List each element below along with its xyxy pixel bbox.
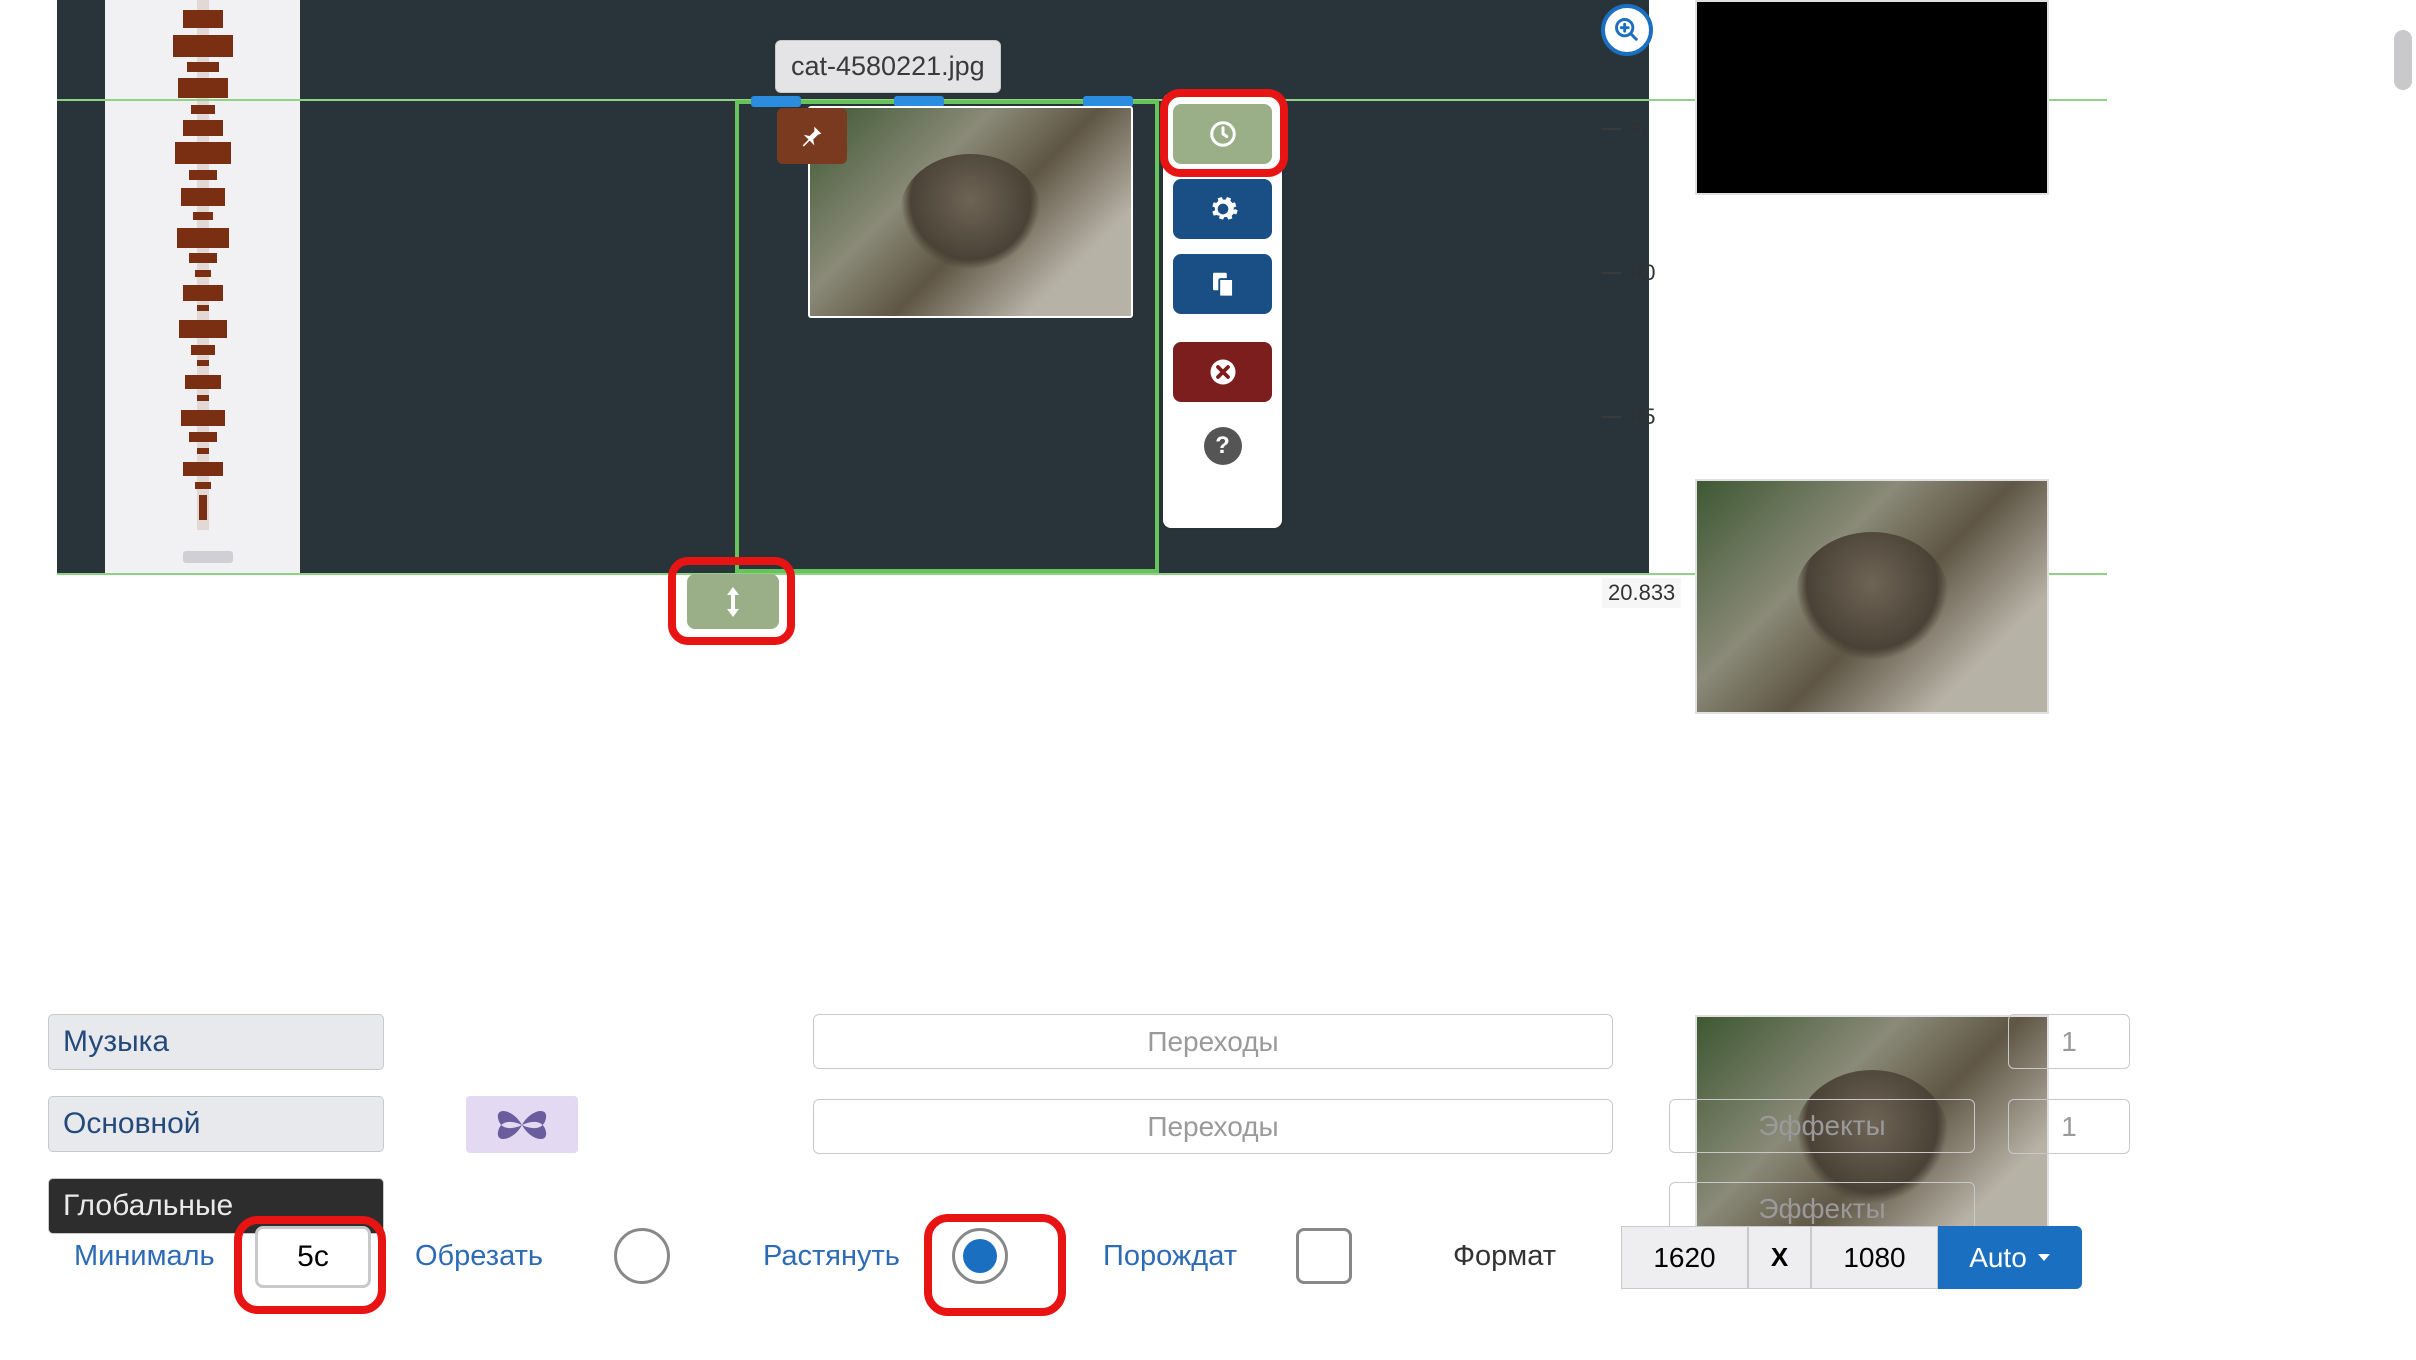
copy-icon (1208, 269, 1238, 299)
media-image[interactable] (808, 106, 1133, 318)
close-icon (1208, 357, 1238, 387)
format-group: X Auto (1621, 1226, 2082, 1289)
ruler-label: 10 (1631, 260, 1655, 286)
format-x-label: X (1748, 1226, 1811, 1289)
waveform-track[interactable] (105, 0, 300, 575)
tab-main[interactable]: Основной (48, 1096, 384, 1152)
format-height-input[interactable] (1811, 1226, 1938, 1289)
highlight-duration (1160, 89, 1288, 177)
copy-button[interactable] (1173, 254, 1272, 314)
effects-input[interactable]: Эффекты (1669, 1099, 1975, 1153)
zoom-in-button[interactable] (1601, 4, 1653, 56)
highlight-stretch-radio (924, 1214, 1066, 1316)
thumbnail-effect-preview[interactable] (466, 1096, 578, 1153)
waveform-scrub-handle[interactable] (183, 551, 233, 563)
settings-button[interactable] (1173, 179, 1272, 239)
ruler-label: 15 (1631, 404, 1655, 430)
chevron-down-icon (2037, 1253, 2051, 1263)
min-duration-label: Минималь (74, 1240, 215, 1273)
transitions-input[interactable]: Переходы (813, 1099, 1613, 1154)
gear-icon (1207, 193, 1239, 225)
crop-radio[interactable] (614, 1228, 670, 1284)
format-width-input[interactable] (1621, 1226, 1748, 1289)
zoom-in-icon (1613, 16, 1641, 44)
help-icon: ? (1215, 432, 1230, 460)
format-auto-label: Auto (1969, 1242, 2027, 1274)
duration-label: 20.833 (1602, 578, 1681, 608)
stretch-label: Растянуть (763, 1240, 900, 1273)
spawn-label: Порождат (1103, 1240, 1237, 1273)
delete-button[interactable] (1173, 342, 1272, 402)
crop-label: Обрезать (415, 1240, 543, 1273)
highlight-min-input (234, 1216, 386, 1314)
filename-tooltip: cat-4580221.jpg (775, 40, 1001, 93)
spawn-checkbox[interactable] (1296, 1228, 1352, 1284)
butterfly-icon (492, 1104, 552, 1146)
crop-handle[interactable] (751, 96, 801, 107)
tab-music[interactable]: Музыка (48, 1014, 384, 1070)
ruler-label: 5 (1631, 116, 1643, 142)
thumbnail-preview[interactable] (1695, 0, 2049, 195)
pin-button[interactable] (777, 108, 847, 164)
help-button[interactable]: ? (1204, 427, 1242, 465)
highlight-resize (668, 557, 795, 645)
transitions-input[interactable]: Переходы (813, 1014, 1613, 1069)
time-ruler: 5 10 15 (1601, 58, 1667, 578)
pin-icon (798, 122, 826, 150)
effects-count[interactable]: 1 (2008, 1099, 2130, 1154)
scrollbar-thumb[interactable] (2394, 30, 2412, 90)
thumbnail-preview[interactable] (1695, 479, 2049, 714)
effects-count[interactable]: 1 (2008, 1014, 2130, 1069)
format-label: Формат (1453, 1240, 1556, 1273)
waveform-icon (153, 0, 253, 530)
format-auto-button[interactable]: Auto (1938, 1226, 2082, 1289)
